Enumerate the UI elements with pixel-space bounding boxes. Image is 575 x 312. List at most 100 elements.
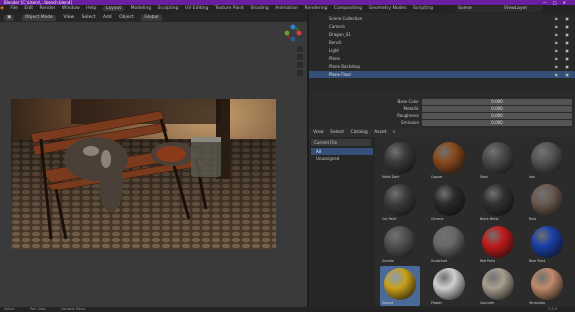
viewport-menu-view[interactable]: View <box>64 15 75 20</box>
workspace-tab-uv[interactable]: UV Editing <box>185 6 208 11</box>
asset-library-dropdown[interactable]: Current File <box>311 139 371 146</box>
workspace-tab-scripting[interactable]: Scripting <box>413 6 433 11</box>
asset-tile[interactable]: Rust <box>527 182 567 222</box>
material-preview-sphere <box>433 226 465 258</box>
blender-logo-icon[interactable]: ◉ <box>0 6 4 11</box>
perspective-toggle-icon[interactable] <box>297 70 303 76</box>
menu-help[interactable]: Help <box>86 6 96 11</box>
workspace-tab-rendering[interactable]: Rendering <box>305 6 328 11</box>
asset-tile[interactable]: Blue Paint <box>527 224 567 264</box>
menu-file[interactable]: File <box>10 6 18 11</box>
asset-label: Blue Paint <box>529 259 545 263</box>
workspace-tab-geometry-nodes[interactable]: Geometry Nodes <box>369 6 407 11</box>
visibility-eye-icon[interactable]: ◉ ▣ <box>554 71 572 78</box>
asset-label: Hazard <box>382 301 394 305</box>
asset-tile[interactable]: Iron <box>527 140 567 180</box>
render-preview-image <box>11 99 276 249</box>
hand-pan-icon[interactable] <box>297 54 303 60</box>
asset-tile[interactable]: Car Paint <box>380 182 420 222</box>
asset-menu-catalog[interactable]: Catalog <box>350 130 367 135</box>
visibility-eye-icon[interactable]: ◉ ▣ <box>554 31 572 38</box>
workspace-tab-animation[interactable]: Animation <box>275 6 298 11</box>
asset-tile[interactable]: Chrome <box>429 182 469 222</box>
workspace-tab-compositing[interactable]: Compositing <box>334 6 362 11</box>
asset-tile[interactable]: Concrete <box>478 266 518 306</box>
status-bar: Select Pan View Context Menu 3.2.0 <box>0 307 575 312</box>
workspace-tab-modeling[interactable]: Modeling <box>131 6 151 11</box>
asset-tile[interactable]: Steel <box>478 140 518 180</box>
asset-label: Scratched <box>431 259 448 263</box>
material-preview-sphere <box>531 184 563 216</box>
view-layer-selector[interactable]: ViewLayer <box>501 6 543 12</box>
workspace-tab-texture-paint[interactable]: Texture Paint <box>215 6 244 11</box>
outliner-row[interactable]: Scene Collection ◉ ▣ <box>309 15 575 22</box>
scene-selector[interactable]: Scene <box>455 6 505 12</box>
search-icon[interactable]: ⌕ <box>393 130 396 135</box>
outliner-panel: Scene Collection ◉ ▣ Camera ◉ ▣ Dragon_01 ◉… <box>309 13 575 91</box>
status-hint-select: Select <box>4 307 15 311</box>
camera-view-icon[interactable] <box>297 62 303 68</box>
outliner-row[interactable]: Plane ◉ ▣ <box>309 55 575 62</box>
outliner-row[interactable]: Camera ◉ ▣ <box>309 23 575 30</box>
property-row: Metallic 0.000 <box>309 105 575 112</box>
visibility-eye-icon[interactable]: ◉ ▣ <box>554 47 572 54</box>
material-preview-sphere <box>531 268 563 300</box>
property-row: Roughness 0.000 <box>309 112 575 119</box>
editor-type-button[interactable]: ▣ <box>4 15 15 21</box>
material-preview-sphere <box>433 142 465 174</box>
asset-label: Chrome <box>431 217 444 221</box>
property-value-field[interactable]: 0.000 <box>422 120 572 126</box>
asset-tile[interactable]: Hazard <box>380 266 420 306</box>
property-row: Emission 0.000 <box>309 119 575 126</box>
outliner-row[interactable]: Plane Backdrop ◉ ▣ <box>309 63 575 70</box>
viewport-menu-object[interactable]: Object <box>119 15 134 20</box>
asset-tile[interactable]: Scratched <box>429 224 469 264</box>
asset-menu-view[interactable]: View <box>313 130 324 135</box>
outliner-row[interactable]: Bench ◉ ▣ <box>309 39 575 46</box>
asset-tile[interactable]: Copper <box>429 140 469 180</box>
asset-grid: Metal Dark Copper Steel Iron Car Paint Chrome… <box>375 137 575 307</box>
asset-label: Rust <box>529 217 537 221</box>
zoom-icon[interactable] <box>297 46 303 52</box>
asset-tile[interactable]: Metal Dark <box>380 140 420 180</box>
object-mode-dropdown[interactable]: Object Mode <box>21 15 57 21</box>
asset-label: Steel <box>480 175 489 179</box>
visibility-eye-icon[interactable]: ◉ ▣ <box>554 15 572 22</box>
visibility-eye-icon[interactable]: ◉ ▣ <box>554 39 572 46</box>
material-preview-sphere <box>531 226 563 258</box>
properties-panel: Base Color 0.000 Metallic 0.000 Roughnes… <box>309 91 575 129</box>
material-preview-sphere <box>384 142 416 174</box>
asset-menu-select[interactable]: Select <box>330 130 344 135</box>
outliner-row-selected[interactable]: Plane Floor ◉ ▣ <box>309 71 575 78</box>
visibility-eye-icon[interactable]: ◉ ▣ <box>554 55 572 62</box>
workspace-tab-sculpting[interactable]: Sculpting <box>158 6 179 11</box>
asset-tile[interactable]: Black Metal <box>478 182 518 222</box>
asset-browser-header: View Select Catalog Asset ⌕ <box>309 129 575 137</box>
workspace-tab-layout[interactable]: Layout <box>102 6 125 11</box>
catalog-item-unassigned[interactable]: Unassigned <box>311 155 373 162</box>
viewport-menu-select[interactable]: Select <box>82 15 96 20</box>
asset-menu-asset[interactable]: Asset <box>374 130 386 135</box>
workspace-tab-shading[interactable]: Shading <box>250 6 268 11</box>
viewport-menu-add[interactable]: Add <box>103 15 112 20</box>
asset-tile[interactable]: Plaster <box>429 266 469 306</box>
visibility-eye-icon[interactable]: ◉ ▣ <box>554 23 572 30</box>
catalog-item-all[interactable]: All <box>311 148 373 155</box>
navigation-gizmo[interactable] <box>284 24 302 42</box>
outliner-row[interactable]: Light ◉ ▣ <box>309 47 575 54</box>
menu-window[interactable]: Window <box>62 6 80 11</box>
outliner-row[interactable]: Dragon_01 ◉ ▣ <box>309 31 575 38</box>
asset-label: Granite <box>382 259 394 263</box>
visibility-eye-icon[interactable]: ◉ ▣ <box>554 63 572 70</box>
asset-tile[interactable]: Terracotta <box>527 266 567 306</box>
material-preview-sphere <box>433 184 465 216</box>
asset-label: Copper <box>431 175 443 179</box>
property-row: Base Color 0.000 <box>309 98 575 105</box>
transform-orientation-dropdown[interactable]: Global <box>141 15 162 21</box>
material-preview-sphere <box>482 268 514 300</box>
asset-label: Concrete <box>480 301 495 305</box>
asset-tile[interactable]: Red Paint <box>478 224 518 264</box>
menu-edit[interactable]: Edit <box>24 6 33 11</box>
asset-tile[interactable]: Granite <box>380 224 420 264</box>
menu-render[interactable]: Render <box>40 6 56 11</box>
